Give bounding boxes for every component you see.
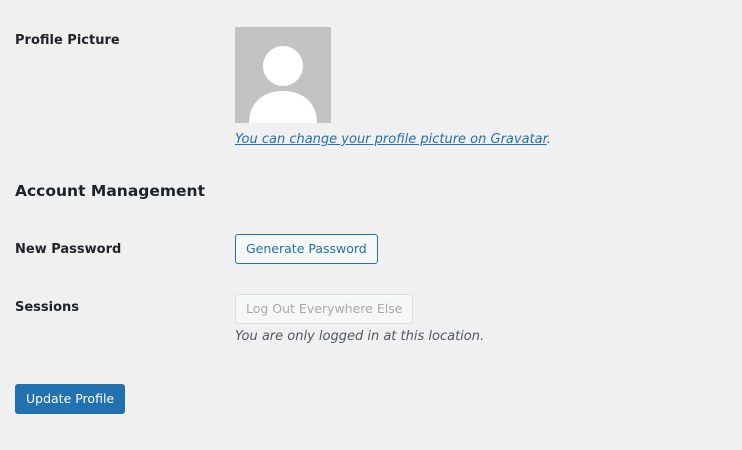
update-profile-button[interactable]: Update Profile bbox=[15, 384, 126, 414]
gravatar-link[interactable]: You can change your profile picture on G… bbox=[235, 132, 547, 147]
person-silhouette-icon bbox=[235, 27, 331, 123]
default-avatar-icon bbox=[235, 27, 331, 123]
generate-password-button[interactable]: Generate Password bbox=[235, 234, 378, 264]
gravatar-note: You can change your profile picture on G… bbox=[235, 132, 551, 147]
gravatar-suffix: . bbox=[546, 132, 551, 147]
log-out-everywhere-else-button[interactable]: Log Out Everywhere Else bbox=[235, 294, 414, 324]
sessions-label: Sessions bbox=[15, 300, 80, 315]
profile-settings-page: Profile Picture You can change your prof… bbox=[0, 0, 742, 450]
account-management-heading: Account Management bbox=[15, 182, 205, 200]
new-password-label: New Password bbox=[15, 242, 122, 257]
sessions-note: You are only logged in at this location. bbox=[235, 329, 485, 344]
profile-picture-label: Profile Picture bbox=[15, 33, 120, 48]
